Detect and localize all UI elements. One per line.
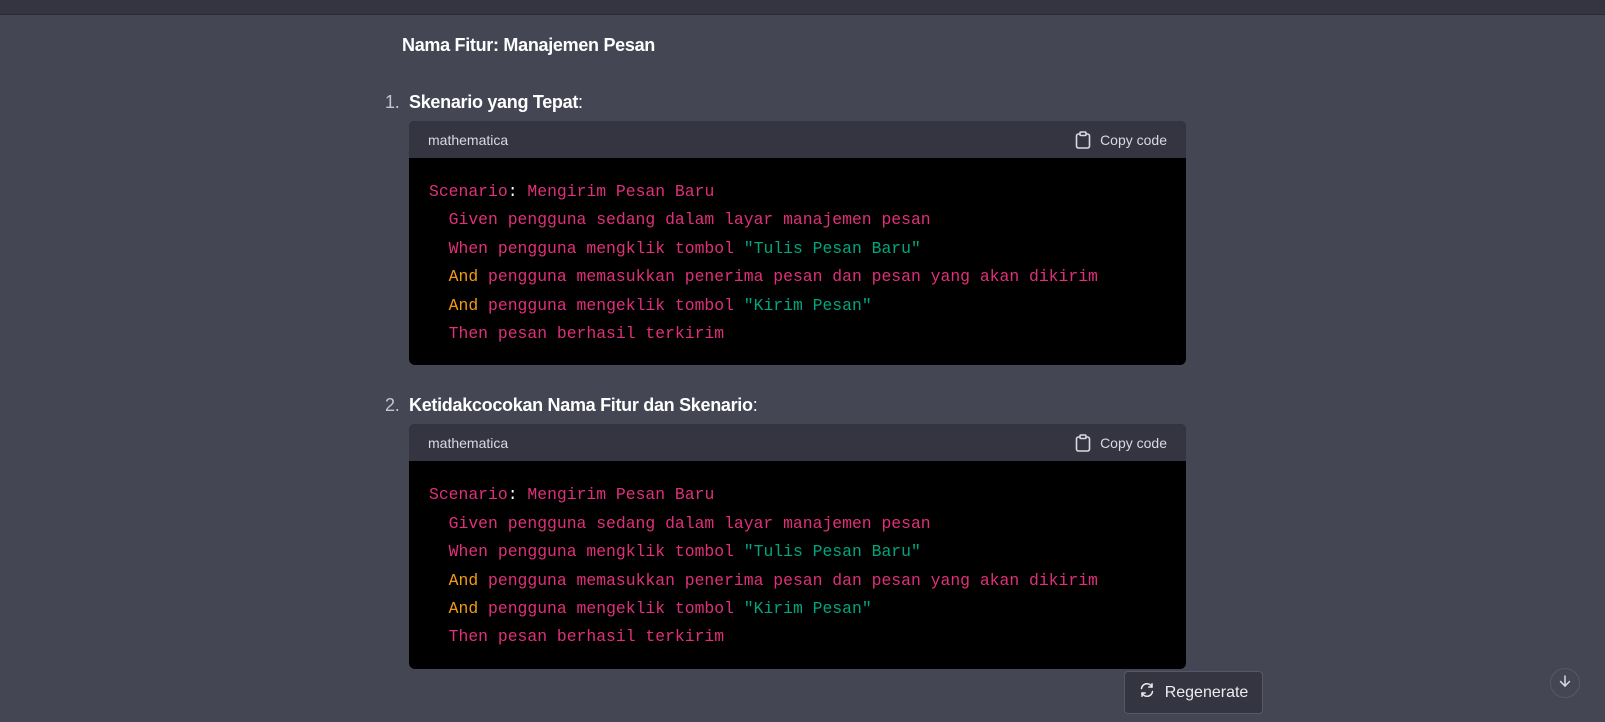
code-token: Mengirim Pesan Baru <box>527 485 715 505</box>
code-token: Mengirim Pesan Baru <box>527 182 715 201</box>
section-title-suffix: : <box>578 92 583 112</box>
code-token: And <box>429 267 489 287</box>
code-line: And pengguna mengeklik tombol "Kirim Pes… <box>429 292 1166 320</box>
code-line: Then pesan berhasil terkirim <box>429 623 1166 651</box>
code-token: Given pengguna sedang dalam layar manaje… <box>429 210 931 230</box>
code-token: pengguna mengeklik tombol <box>488 295 744 315</box>
code-line: Scenario: Mengirim Pesan Baru <box>429 481 1166 509</box>
arrow-down-icon <box>1558 674 1572 693</box>
code-line: And pengguna memasukkan penerima pesan d… <box>429 567 1166 595</box>
code-token: And <box>429 570 489 590</box>
assistant-message: Nama Fitur: Manajemen Pesan 1. Skenario … <box>385 33 1202 669</box>
code-token: : <box>507 485 528 505</box>
clipboard-icon <box>1075 434 1091 452</box>
code-line: When pengguna mengklik tombol "Tulis Pes… <box>429 538 1166 566</box>
section-heading: 1. Skenario yang Tepat: <box>385 90 1202 114</box>
section-title: Ketidakcocokan Nama Fitur dan Skenario <box>409 395 753 416</box>
code-header: mathematica Copy code <box>409 424 1186 462</box>
section-1: 1. Skenario yang Tepat: mathematica Copy… <box>385 90 1202 366</box>
code-token: : <box>507 182 528 201</box>
code-body: Scenario: Mengirim Pesan Baru Given peng… <box>409 158 1186 365</box>
code-token: Scenario <box>429 485 508 505</box>
code-token: And <box>429 599 489 619</box>
code-header: mathematica Copy code <box>409 121 1186 158</box>
feature-title: Nama Fitur: Manajemen Pesan <box>402 35 655 55</box>
code-token: Then pesan berhasil terkirim <box>429 324 725 344</box>
code-line: Then pesan berhasil terkirim <box>429 320 1166 348</box>
section-heading: 2. Ketidakcocokan Nama Fitur dan Skenari… <box>385 393 1202 417</box>
copy-code-label: Copy code <box>1100 434 1167 451</box>
code-line: Scenario: Mengirim Pesan Baru <box>429 178 1166 206</box>
code-token: "Kirim Pesan" <box>743 599 872 619</box>
code-language: mathematica <box>428 434 509 451</box>
top-bar <box>0 0 1605 15</box>
code-token: Given pengguna sedang dalam layar manaje… <box>429 513 931 533</box>
scroll-to-bottom-button[interactable] <box>1550 668 1580 698</box>
list-number: 2. <box>385 395 400 416</box>
code-token: Then pesan berhasil terkirim <box>429 627 725 647</box>
code-line: Given pengguna sedang dalam layar manaje… <box>429 510 1166 538</box>
section-2: 2. Ketidakcocokan Nama Fitur dan Skenari… <box>385 393 1202 669</box>
code-token: pengguna memasukkan penerima pesan dan p… <box>488 267 1098 287</box>
code-token: pengguna mengeklik tombol <box>488 599 744 619</box>
code-block: mathematica Copy code Scenario: Mengirim… <box>409 424 1186 669</box>
code-token: "Tulis Pesan Baru" <box>743 542 921 562</box>
clipboard-icon <box>1075 130 1091 149</box>
code-token: When pengguna mengklik tombol <box>429 542 744 562</box>
regenerate-button[interactable]: Regenerate <box>1124 671 1263 714</box>
code-token: And <box>429 295 489 315</box>
code-token: "Tulis Pesan Baru" <box>743 238 921 258</box>
code-line: Given pengguna sedang dalam layar manaje… <box>429 206 1166 234</box>
code-line: And pengguna memasukkan penerima pesan d… <box>429 263 1166 291</box>
copy-code-label: Copy code <box>1100 131 1167 148</box>
code-language: mathematica <box>428 131 509 148</box>
code-token: When pengguna mengklik tombol <box>429 238 744 258</box>
code-line: And pengguna mengeklik tombol "Kirim Pes… <box>429 595 1166 623</box>
section-title: Skenario yang Tepat <box>409 92 579 112</box>
code-line: When pengguna mengklik tombol "Tulis Pes… <box>429 235 1166 263</box>
code-token: "Kirim Pesan" <box>743 295 872 315</box>
copy-code-button[interactable]: Copy code <box>1075 130 1167 149</box>
regenerate-label: Regenerate <box>1164 683 1249 701</box>
refresh-icon <box>1139 682 1155 703</box>
section-title-suffix: : <box>752 395 758 416</box>
copy-code-button[interactable]: Copy code <box>1075 434 1167 452</box>
code-block: mathematica Copy code Scenario: Mengirim… <box>409 121 1186 366</box>
code-token: Scenario <box>429 182 508 201</box>
code-token: pengguna memasukkan penerima pesan dan p… <box>488 570 1098 590</box>
code-body: Scenario: Mengirim Pesan Baru Given peng… <box>409 461 1186 668</box>
list-number: 1. <box>385 92 400 112</box>
